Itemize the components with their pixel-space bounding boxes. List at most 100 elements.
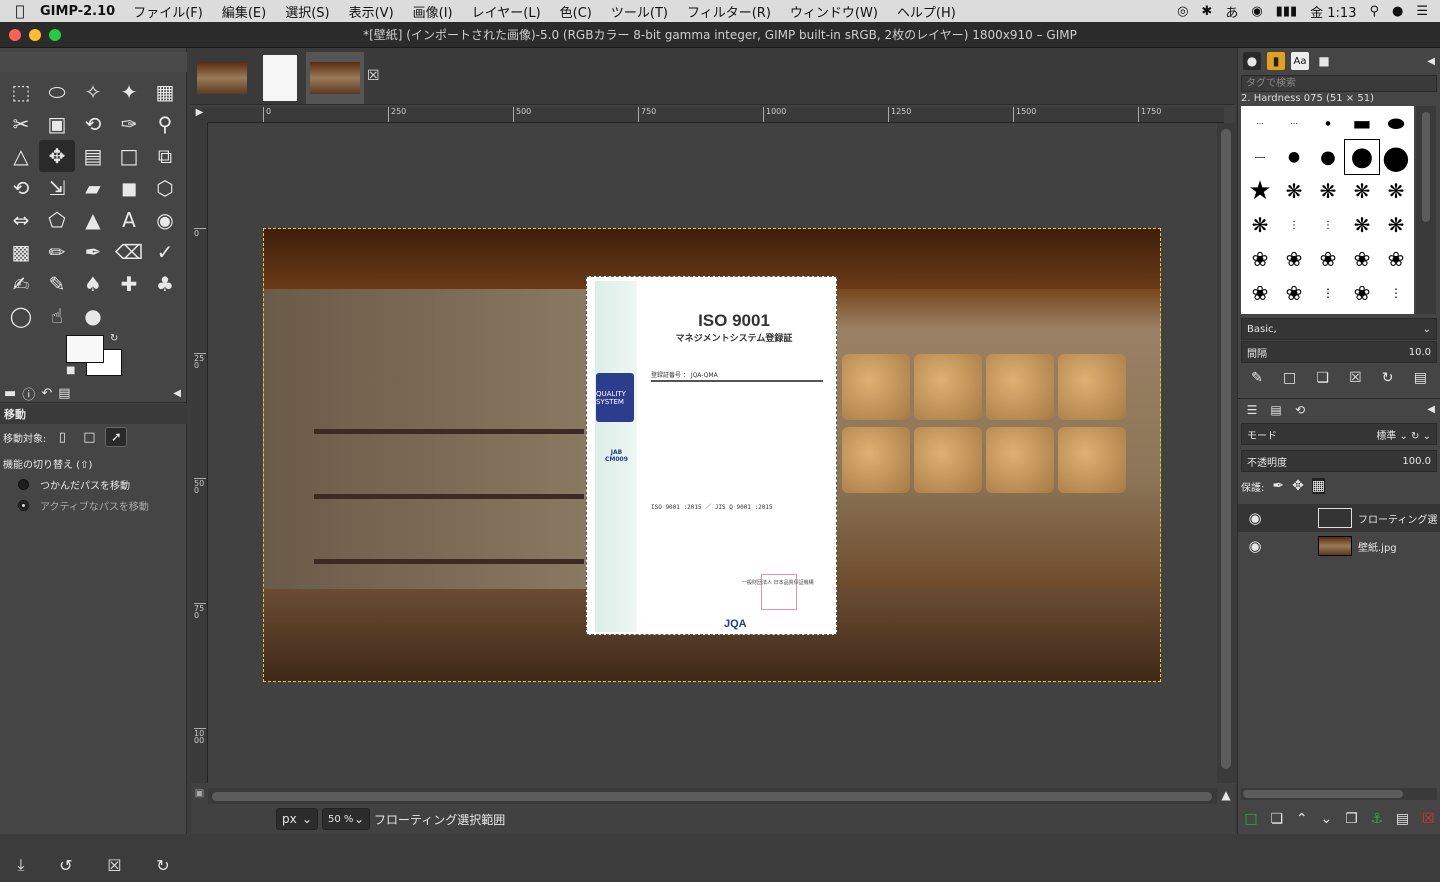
images-tab-icon[interactable]: ▤ <box>58 386 70 401</box>
delete-brush-icon[interactable]: ☒ <box>1349 370 1362 386</box>
brush-thumb[interactable]: ⋮ <box>1277 208 1311 242</box>
menu-colors[interactable]: 色(C) <box>560 2 592 21</box>
brush-thumb[interactable]: ● <box>1277 140 1311 174</box>
image-tab-current[interactable] <box>306 52 364 104</box>
clock[interactable]: 金 1:13 <box>1310 2 1356 21</box>
opacity-value[interactable]: 100.0 <box>1402 456 1431 467</box>
perspective-clone-tool-icon[interactable]: ♣ <box>147 268 183 300</box>
fuzzy-select-tool-icon[interactable]: ✦ <box>111 76 147 108</box>
focus-icon[interactable]: ◎ <box>1177 4 1188 19</box>
lower-layer-icon[interactable]: ⌄ <box>1320 811 1332 827</box>
input-mode-indicator[interactable]: あ <box>1225 2 1238 21</box>
merge-layer-icon[interactable]: ▤ <box>1396 811 1409 827</box>
ellipse-select-tool-icon[interactable]: ⬭ <box>39 76 75 108</box>
swap-colors-icon[interactable]: ↻ <box>110 333 118 344</box>
save-tool-preset-icon[interactable]: ⤓ <box>17 855 24 875</box>
duplicate-layer-icon[interactable]: ❐ <box>1345 811 1358 827</box>
menu-edit[interactable]: 編集(E) <box>222 2 266 21</box>
new-layer-group-icon[interactable]: ❏ <box>1271 811 1284 827</box>
menu-filters[interactable]: フィルター(R) <box>687 2 771 21</box>
unit-select[interactable]: px ⌄ <box>276 808 318 830</box>
unified-transform-tool-icon[interactable]: ⧉ <box>147 140 183 172</box>
menu-image[interactable]: 画像(I) <box>413 2 453 21</box>
layer-opacity-field[interactable]: 不透明度 100.0 <box>1241 450 1437 472</box>
brush-thumb[interactable]: ❋ <box>1243 208 1277 242</box>
layers-tab-icon[interactable]: ☰ <box>1243 401 1261 419</box>
brush-thumb[interactable]: ⋮ <box>1311 208 1345 242</box>
radio-pick-path-label[interactable]: つかんだパスを移動 <box>40 477 130 492</box>
patterns-tab-icon[interactable]: ▮ <box>1267 52 1285 70</box>
airbrush-tool-icon[interactable]: ✓ <box>147 236 183 268</box>
brush-tag-search[interactable]: タグで検索 <box>1241 75 1437 92</box>
rotate-tool-icon[interactable]: ⟲ <box>3 172 39 204</box>
reset-tool-options-icon[interactable]: ↻ <box>156 856 169 875</box>
undo-history-tab-icon[interactable]: ↶ <box>41 386 52 401</box>
brush-thumb[interactable]: ❋ <box>1277 174 1311 208</box>
brush-thumb[interactable]: ⬬ <box>1379 106 1413 140</box>
crop-tool-icon[interactable]: □ <box>111 140 147 172</box>
color-picker-tool-icon[interactable]: ✑ <box>111 108 147 140</box>
duplicate-brush-icon[interactable]: ❏ <box>1316 370 1329 386</box>
star-brush-icon[interactable]: ★ <box>1243 174 1277 208</box>
refresh-brushes-icon[interactable]: ↻ <box>1382 370 1394 386</box>
restore-tool-preset-icon[interactable]: ↺ <box>59 856 72 875</box>
new-layer-icon[interactable]: □ <box>1244 811 1257 827</box>
layer-name[interactable]: 壁紙.jpg <box>1358 539 1438 554</box>
zoom-image-corner-icon[interactable]: ▲ <box>1217 788 1235 804</box>
horizontal-scroll-thumb[interactable] <box>212 792 1212 801</box>
radio-active-path[interactable] <box>18 500 29 511</box>
brush-thumb[interactable]: ― <box>1243 140 1277 174</box>
default-colors-icon[interactable]: ■ <box>66 365 75 376</box>
siri-icon[interactable]: ● <box>1392 4 1403 19</box>
brush-thumb[interactable]: ❀ <box>1379 242 1413 276</box>
scale-tool-icon[interactable]: ⇲ <box>39 172 75 204</box>
paths-tab-icon[interactable]: ⟲ <box>1291 401 1309 419</box>
move-selection-button[interactable]: □ <box>78 427 100 447</box>
brush-thumb-selected[interactable]: ● <box>1344 139 1380 175</box>
brush-preset-select[interactable]: Basic, ⌄ <box>1241 318 1437 340</box>
device-status-tab-icon[interactable]: ⓘ <box>22 384 35 403</box>
bucket-fill-tool-icon[interactable]: ◉ <box>147 204 183 236</box>
brush-thumb[interactable]: ❀ <box>1345 276 1379 310</box>
flip-tool-icon[interactable]: ◼ <box>111 172 147 204</box>
raise-layer-icon[interactable]: ⌃ <box>1296 811 1308 827</box>
delete-tool-preset-icon[interactable]: ☒ <box>107 856 121 875</box>
quick-mask-corner-icon[interactable]: ▶ <box>191 107 208 123</box>
wifi-icon[interactable]: ◉ <box>1251 4 1262 19</box>
radio-active-path-label[interactable]: アクティブなパスを移動 <box>40 498 149 513</box>
floating-certificate-layer[interactable]: ISO 9001 マネジメントシステム登録証 登録証番号 ： JQA-QMA Q… <box>586 276 837 635</box>
brush-thumb[interactable]: ● <box>1379 138 1413 176</box>
smudge-finger-tool-icon[interactable]: ☝ <box>39 300 75 332</box>
brush-thumb[interactable]: ❀ <box>1345 242 1379 276</box>
lock-alpha-icon[interactable]: ▦ <box>1311 478 1326 494</box>
menu-file[interactable]: ファイル(F) <box>133 2 203 21</box>
navigate-corner-icon[interactable]: ▣ <box>191 788 208 804</box>
fonts-tab-icon[interactable]: Aa <box>1291 52 1309 70</box>
foreground-select-tool-icon[interactable]: ▣ <box>39 108 75 140</box>
cage-transform-tool-icon[interactable]: ⬠ <box>39 204 75 236</box>
brush-thumb[interactable]: ⋮ <box>1311 276 1345 310</box>
layer-row-wallpaper[interactable]: ◉ 壁紙.jpg <box>1238 532 1440 560</box>
layers-scroll-thumb[interactable] <box>1243 790 1403 798</box>
brush-thumb[interactable]: ❀ <box>1277 242 1311 276</box>
configure-layers-tab-icon[interactable]: ◀ <box>1427 404 1435 415</box>
heal-tool-icon[interactable]: ✚ <box>111 268 147 300</box>
bluetooth-icon[interactable]: ✱ <box>1201 4 1212 19</box>
gradient-tool-icon[interactable]: ▩ <box>3 236 39 268</box>
move-layer-button[interactable]: ▯ <box>51 427 73 447</box>
move-tool-icon[interactable]: ✥ <box>39 140 75 172</box>
brush-thumb[interactable]: ❀ <box>1311 242 1345 276</box>
configure-tab-icon[interactable]: ◀ <box>173 388 181 399</box>
layer-row-floating[interactable]: ◉ フローティング選択範囲 (貼り付けられたレイヤー) <box>1238 504 1440 532</box>
document-history-tab-icon[interactable]: ■ <box>1315 52 1333 70</box>
menu-select[interactable]: 選択(S) <box>285 2 329 21</box>
close-image-tab-icon[interactable]: ☒ <box>367 68 380 84</box>
spotlight-search-icon[interactable]: ⚲ <box>1369 4 1379 19</box>
apple-icon[interactable]:  <box>0 2 40 20</box>
zoom-window-button[interactable] <box>49 29 61 41</box>
foreground-color-swatch[interactable] <box>66 335 104 363</box>
menu-help[interactable]: ヘルプ(H) <box>897 2 956 21</box>
horizontal-scrollbar[interactable] <box>208 788 1217 804</box>
shear-tool-icon[interactable]: ▰ <box>75 172 111 204</box>
lock-pixels-icon[interactable]: ✒ <box>1272 478 1284 494</box>
